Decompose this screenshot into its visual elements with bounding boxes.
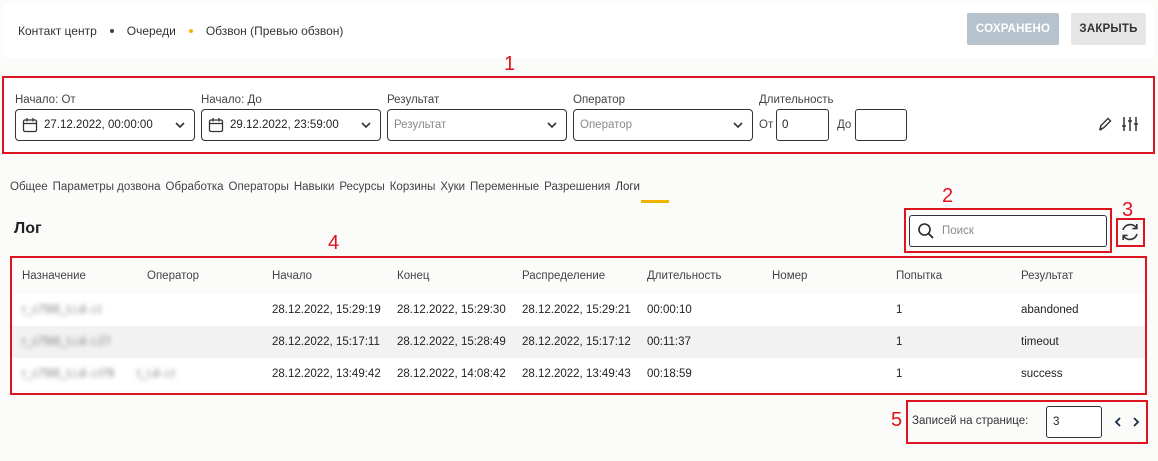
cell-distribution: 28.12.2022, 15:17:12 xyxy=(522,336,631,348)
annotation-number-2: 2 xyxy=(942,185,954,207)
cell-destination: r_c75t5_t.i.d-.i.t79 xyxy=(22,368,115,380)
cell-end: 28.12.2022, 15:28:49 xyxy=(397,336,506,348)
table-header-row: Назначение Оператор Начало Конец Распред… xyxy=(12,258,1146,294)
col-duration[interactable]: Длительность xyxy=(647,258,722,294)
chevron-down-icon xyxy=(547,122,557,129)
tabs: Общее Параметры дозвона Обработка Операт… xyxy=(10,181,645,193)
col-result[interactable]: Результат xyxy=(1021,258,1073,294)
cell-end: 28.12.2022, 15:29:30 xyxy=(397,304,506,316)
calendar-icon xyxy=(22,118,38,133)
cell-destination: r_c75t5_t.i.d-.i.t xyxy=(22,304,102,316)
cell-duration: 00:18:59 xyxy=(647,368,692,380)
operator-select[interactable]: Оператор xyxy=(573,109,753,141)
duration-from-input[interactable]: 0 xyxy=(776,109,829,141)
page-size-label: Записей на странице: xyxy=(912,415,1029,427)
col-operator[interactable]: Оператор xyxy=(147,258,199,294)
search-input[interactable]: Поиск xyxy=(909,215,1107,247)
breadcrumb-separator-dot xyxy=(188,29,193,33)
cell-duration: 00:11:37 xyxy=(647,336,691,348)
annotation-number-3: 3 xyxy=(1122,199,1134,221)
search-placeholder: Поиск xyxy=(942,225,974,237)
pencil-icon[interactable] xyxy=(1097,116,1113,132)
duration-to-label: До xyxy=(837,119,852,131)
chevron-down-icon xyxy=(361,122,371,129)
cell-attempt: 1 xyxy=(896,336,903,348)
columns-settings-icon[interactable] xyxy=(1121,115,1139,133)
operator-filter-label: Оператор xyxy=(573,94,626,106)
annotation-number-1: 1 xyxy=(504,53,516,75)
cell-result: success xyxy=(1021,368,1063,380)
col-destination[interactable]: Назначение xyxy=(22,258,86,294)
page-size-input[interactable]: 3 xyxy=(1046,406,1102,438)
duration-filter-label: Длительность xyxy=(759,94,834,106)
start-from-value: 27.12.2022, 00:00:00 xyxy=(44,119,153,131)
chevron-down-icon xyxy=(733,122,743,129)
cell-attempt: 1 xyxy=(896,368,903,380)
search-icon xyxy=(918,223,934,239)
duration-from-label: От xyxy=(759,119,774,131)
tab-permissions[interactable]: Разрешения xyxy=(544,181,610,193)
cell-duration: 00:00:10 xyxy=(647,304,692,316)
breadcrumb-item-contact-center[interactable]: Контакт центр xyxy=(18,24,97,38)
col-start[interactable]: Начало xyxy=(272,258,312,294)
cell-start: 28.12.2022, 15:29:19 xyxy=(272,304,381,316)
col-end[interactable]: Конец xyxy=(397,258,429,294)
result-select-placeholder: Результат xyxy=(394,119,447,131)
annotation-number-5: 5 xyxy=(891,409,903,431)
breadcrumb-separator-dot xyxy=(109,29,114,33)
annotation-number-4: 4 xyxy=(328,232,340,254)
tab-baskets[interactable]: Корзины xyxy=(390,181,436,193)
duration-to-input[interactable] xyxy=(855,109,907,141)
tab-processing[interactable]: Обработка xyxy=(166,181,224,193)
tab-dial-params[interactable]: Параметры дозвона xyxy=(53,181,161,193)
refresh-icon[interactable] xyxy=(1119,221,1141,243)
col-distribution[interactable]: Распределение xyxy=(522,258,605,294)
tab-logs[interactable]: Логи xyxy=(615,181,640,193)
table-row[interactable]: r_c75t5_t.i.d-.i.t79 t_i.d-.i.t 28.12.20… xyxy=(12,358,1146,390)
breadcrumb-item-queues[interactable]: Очереди xyxy=(127,24,176,38)
start-to-datepicker[interactable]: 29.12.2022, 23:59:00 xyxy=(201,109,381,141)
log-table: Назначение Оператор Начало Конец Распред… xyxy=(12,258,1146,390)
cell-result: timeout xyxy=(1021,336,1059,348)
saved-button[interactable]: СОХРАНЕНО xyxy=(967,13,1059,45)
result-select[interactable]: Результат xyxy=(387,109,567,141)
start-from-datepicker[interactable]: 27.12.2022, 00:00:00 xyxy=(15,109,195,141)
tab-hooks[interactable]: Хуки xyxy=(440,181,465,193)
result-filter-label: Результат xyxy=(387,94,440,106)
cell-operator: t_i.d-.i.t xyxy=(137,368,175,380)
cell-result: abandoned xyxy=(1021,304,1079,316)
start-to-value: 29.12.2022, 23:59:00 xyxy=(230,119,339,131)
cell-start: 28.12.2022, 15:17:11 xyxy=(272,336,380,348)
table-row[interactable]: r_c75t5_t.i.d-.i.27 28.12.2022, 15:17:11… xyxy=(12,326,1146,358)
operator-select-placeholder: Оператор xyxy=(580,119,633,131)
cell-distribution: 28.12.2022, 13:49:43 xyxy=(522,368,631,380)
tab-resources[interactable]: Ресурсы xyxy=(339,181,384,193)
start-from-label: Начало: От xyxy=(15,94,76,106)
chevron-down-icon xyxy=(175,122,185,129)
active-tab-indicator xyxy=(641,200,669,203)
cell-end: 28.12.2022, 14:08:42 xyxy=(397,368,506,380)
chevron-left-icon[interactable] xyxy=(1113,416,1123,428)
tab-variables[interactable]: Переменные xyxy=(470,181,539,193)
breadcrumb: Контакт центр Очереди Обзвон (Превью обз… xyxy=(18,24,343,38)
page-title: Лог xyxy=(14,220,42,237)
start-to-label: Начало: До xyxy=(201,94,262,106)
tab-skills[interactable]: Навыки xyxy=(294,181,335,193)
cell-distribution: 28.12.2022, 15:29:21 xyxy=(522,304,631,316)
calendar-icon xyxy=(208,118,224,133)
close-button[interactable]: ЗАКРЫТЬ xyxy=(1071,13,1146,45)
tab-general[interactable]: Общее xyxy=(10,181,48,193)
col-attempt[interactable]: Попытка xyxy=(896,258,942,294)
breadcrumb-item-current: Обзвон (Превью обзвон) xyxy=(205,24,344,38)
cell-attempt: 1 xyxy=(896,304,903,316)
col-number[interactable]: Номер xyxy=(772,258,807,294)
cell-destination: r_c75t5_t.i.d-.i.27 xyxy=(22,336,111,348)
cell-start: 28.12.2022, 13:49:42 xyxy=(272,368,381,380)
table-row[interactable]: r_c75t5_t.i.d-.i.t 28.12.2022, 15:29:19 … xyxy=(12,294,1146,326)
chevron-right-icon[interactable] xyxy=(1131,416,1141,428)
tab-operators[interactable]: Операторы xyxy=(229,181,289,193)
